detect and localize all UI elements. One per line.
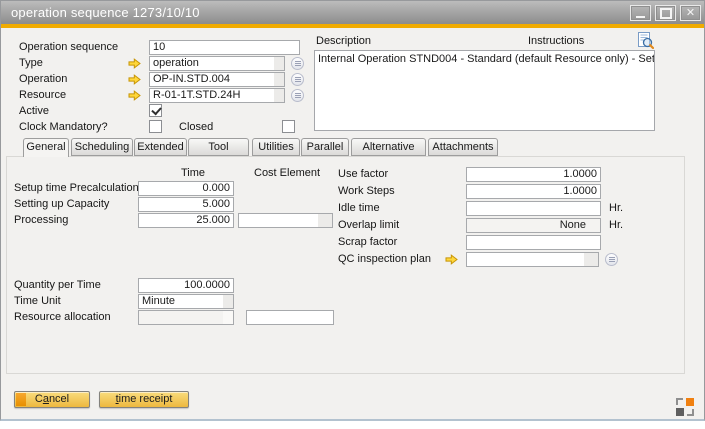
idle-time-unit-label: Hr.: [609, 201, 623, 216]
resource-field[interactable]: R-01-1T.STD.24H: [149, 88, 285, 103]
active-checkbox[interactable]: [149, 104, 162, 117]
cost-element-column-header: Cost Element: [254, 166, 320, 181]
dropdown-strip: [274, 57, 284, 70]
tab-scheduling[interactable]: Scheduling: [71, 138, 133, 156]
time-column-header: Time: [151, 166, 205, 181]
link-arrow-icon[interactable]: [128, 58, 141, 69]
quantity-per-time-label: Quantity per Time: [14, 278, 101, 293]
clock-mandatory-label: Clock Mandatory?: [19, 120, 108, 135]
maximize-icon: [660, 8, 672, 19]
time-receipt-button[interactable]: time receipt: [99, 391, 189, 408]
closed-label: Closed: [179, 120, 213, 135]
link-arrow-icon[interactable]: [445, 254, 458, 265]
setting-up-capacity-field[interactable]: 5.000: [138, 197, 234, 212]
operation-label: Operation: [19, 72, 67, 87]
minimize-button[interactable]: [630, 5, 651, 21]
setting-up-capacity-label: Setting up Capacity: [14, 197, 109, 212]
list-selection-icon[interactable]: [291, 73, 304, 86]
list-selection-icon[interactable]: [291, 57, 304, 70]
active-label: Active: [19, 104, 49, 119]
dropdown-strip: [223, 311, 233, 324]
cancel-button-label: Cancel: [35, 393, 69, 405]
time-unit-label: Time Unit: [14, 294, 61, 309]
maximize-button[interactable]: [655, 5, 676, 21]
link-arrow-icon[interactable]: [128, 90, 141, 101]
processing-label: Processing: [14, 213, 68, 228]
dropdown-strip: [584, 253, 598, 266]
qc-inspection-plan-field[interactable]: [466, 252, 599, 267]
window-title: operation sequence 1273/10/10: [11, 5, 200, 20]
time-unit-value: Minute: [142, 295, 175, 307]
scrap-factor-field[interactable]: [466, 235, 601, 250]
description-label: Description: [316, 34, 371, 49]
overlap-limit-unit-label: Hr.: [609, 218, 623, 233]
accent-stripe: [1, 24, 704, 28]
window-title-bar[interactable]: operation sequence 1273/10/10 ✕: [1, 1, 704, 24]
instructions-edit-icon[interactable]: [637, 32, 654, 49]
quad-corner-bottom-right: [687, 409, 694, 416]
tab-general[interactable]: General: [23, 138, 69, 157]
type-value: operation: [153, 57, 199, 69]
resource-allocation-extra-field[interactable]: [246, 310, 334, 325]
tab-parallel[interactable]: Parallel: [301, 138, 349, 156]
idle-time-label: Idle time: [338, 201, 380, 216]
closed-checkbox[interactable]: [282, 120, 295, 133]
tab-attachments[interactable]: Attachments: [428, 138, 498, 156]
tab-alternative[interactable]: Alternative: [351, 138, 426, 156]
resource-allocation-combo[interactable]: [138, 310, 234, 325]
close-button[interactable]: ✕: [680, 5, 701, 21]
idle-time-field[interactable]: [466, 201, 601, 216]
operation-field[interactable]: OP-IN.STD.004: [149, 72, 285, 87]
setup-time-field[interactable]: 0.000: [138, 181, 234, 196]
dropdown-strip: [318, 214, 332, 227]
processing-cost-element-field[interactable]: [238, 213, 333, 228]
clock-mandatory-checkbox[interactable]: [149, 120, 162, 133]
default-button-indicator: [16, 393, 26, 406]
tab-utilities[interactable]: Utilities: [252, 138, 300, 156]
instructions-label: Instructions: [528, 34, 584, 49]
processing-field[interactable]: 25.000: [138, 213, 234, 228]
resource-allocation-label: Resource allocation: [14, 310, 111, 325]
work-steps-label: Work Steps: [338, 184, 395, 199]
resource-label: Resource: [19, 88, 66, 103]
tab-tool[interactable]: Tool: [188, 138, 249, 156]
resource-value: R-01-1T.STD.24H: [153, 89, 240, 101]
operation-value: OP-IN.STD.004: [153, 73, 230, 85]
setup-time-label: Setup time Precalculation: [14, 181, 139, 196]
form-settings-icon[interactable]: [676, 398, 694, 416]
description-textarea[interactable]: Internal Operation STND004 - Standard (d…: [314, 50, 655, 131]
dropdown-strip: [274, 73, 284, 86]
close-icon: ✕: [686, 8, 695, 19]
list-selection-icon[interactable]: [291, 89, 304, 102]
operation-sequence-label: Operation sequence: [19, 40, 118, 55]
dialog-window: operation sequence 1273/10/10 ✕ Operatio…: [0, 0, 705, 421]
quad-corner-top-left: [676, 398, 683, 405]
cancel-button[interactable]: Cancel: [14, 391, 90, 408]
quad-square-orange: [686, 398, 694, 406]
dropdown-strip: [223, 295, 233, 308]
time-unit-combo[interactable]: Minute: [138, 294, 234, 309]
quantity-per-time-field[interactable]: 100.0000: [138, 278, 234, 293]
minimize-icon: [636, 16, 645, 18]
scrap-factor-label: Scrap factor: [338, 235, 397, 250]
time-receipt-button-label: time receipt: [116, 393, 173, 405]
quad-square-dark: [676, 408, 684, 416]
operation-sequence-field[interactable]: 10: [149, 40, 300, 55]
list-selection-icon[interactable]: [605, 253, 618, 266]
tab-extended[interactable]: Extended: [134, 138, 187, 156]
work-steps-field[interactable]: 1.0000: [466, 184, 601, 199]
type-field[interactable]: operation: [149, 56, 285, 71]
use-factor-label: Use factor: [338, 167, 388, 182]
overlap-limit-field[interactable]: None: [466, 218, 601, 233]
qc-inspection-plan-label: QC inspection plan: [338, 252, 431, 267]
link-arrow-icon[interactable]: [128, 74, 141, 85]
type-label: Type: [19, 56, 43, 71]
use-factor-field[interactable]: 1.0000: [466, 167, 601, 182]
dropdown-strip: [274, 89, 284, 102]
window-controls: ✕: [630, 5, 701, 21]
overlap-limit-label: Overlap limit: [338, 218, 399, 233]
